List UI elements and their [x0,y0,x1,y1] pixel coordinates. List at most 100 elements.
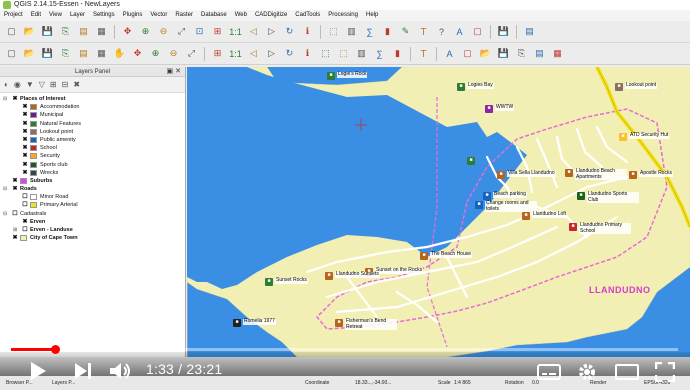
add-wms-icon[interactable]: ✋ [112,46,127,61]
settings-gear-icon[interactable] [577,362,597,382]
pan-to-selection-icon[interactable]: ⊕ [138,24,153,39]
layer-visibility-checkbox[interactable]: ✖ [22,170,28,176]
map-poi[interactable]: ■ Romelia 1977 [233,318,276,327]
next-icon[interactable] [75,363,91,379]
open-attribute-table-icon[interactable]: ▮ [380,24,395,39]
select-feature-icon[interactable]: ▥ [344,24,359,39]
browser-tab[interactable]: Browser P... [6,376,33,390]
composer-manager-icon[interactable]: ▦ [94,24,109,39]
layer-visibility-checkbox[interactable]: ✖ [22,104,28,110]
layer-visibility-checkbox[interactable]: ✖ [22,219,28,225]
layer-tree-item[interactable]: ✖ Sports club [0,161,185,169]
pan-tool-icon[interactable]: ✥ [120,24,135,39]
map-poi[interactable]: ■ Beach parking [483,191,527,200]
volume-icon[interactable] [110,362,132,380]
layer-visibility-checkbox[interactable]: ✖ [22,112,28,118]
python-console-icon[interactable]: Ｔ [416,46,431,61]
save-project-icon[interactable]: 💾 [40,24,55,39]
filter-icon[interactable]: ▼ [26,80,34,89]
layer-visibility-checkbox[interactable]: ✖ [12,178,18,184]
annotation-icon[interactable]: A [452,24,467,39]
layer-tree-item[interactable]: ✖ City of Cape Town [0,234,185,242]
layer-visibility-checkbox[interactable]: ☐ [22,194,28,200]
offset-icon[interactable]: 💾 [496,46,511,61]
layer-visibility-checkbox[interactable]: ✖ [12,96,18,102]
statistics-icon[interactable]: Ｔ [416,24,431,39]
subtitles-icon[interactable] [537,364,561,380]
deselect-icon[interactable]: ∑ [362,24,377,39]
move-feature-icon[interactable]: ▷ [264,46,279,61]
layer-tree-item[interactable]: ⊞ ☐ Erven - Landuse [0,226,185,234]
new-project-icon[interactable]: ▢ [4,24,19,39]
identify-icon[interactable]: ⬚ [326,24,341,39]
menu-item-cadtools[interactable]: CadTools [295,10,320,21]
scale-icon[interactable]: 📂 [478,46,493,61]
video-scrubber-handle[interactable] [51,345,61,354]
layers-tab[interactable]: Layers P... [52,376,75,390]
layer-visibility-checkbox[interactable]: ✖ [22,153,28,159]
layer-tree-item[interactable]: ✖ Wrecks [0,169,185,177]
map-poi[interactable]: ■ Change rooms and toilets [475,200,537,212]
open-project-icon[interactable]: 📂 [22,24,37,39]
expand-toggle-icon[interactable]: ⊟ [3,210,7,218]
layer-visibility-checkbox[interactable]: ☐ [22,227,28,233]
scale-value[interactable]: 1:4 865 [454,376,471,390]
layer-tree-item[interactable]: ⊟ ✖ Roads [0,185,185,193]
collapse-all-icon[interactable]: ⊟ [62,80,69,89]
refresh-icon[interactable]: ℹ [300,24,315,39]
save-edits-icon[interactable]: 1:1 [228,46,243,61]
play-icon[interactable] [30,362,46,380]
layer-visibility-checkbox[interactable]: ✖ [22,121,28,127]
zoom-to-selection-icon[interactable]: ⊞ [210,24,225,39]
zoom-native-icon[interactable]: ◁ [246,24,261,39]
menu-item-raster[interactable]: Raster [175,10,193,21]
layer-visibility-checkbox[interactable]: ☐ [12,211,18,217]
layer-tree-item[interactable]: ✖ School [0,144,185,152]
video-progress-bar[interactable] [11,345,678,354]
map-poi[interactable]: ■ Villa Sella Llandudno [497,170,556,179]
layer-tree-item[interactable]: ✖ Erven [0,218,185,226]
measure-icon[interactable]: ? [434,24,449,39]
map-canvas[interactable]: LLANDUDNO ■ Logie's Rock ■ Logies Bay ■ WWTW ■… [187,67,690,357]
layer-tree-item[interactable]: ✖ Public amenity [0,136,185,144]
menu-item-web[interactable]: Web [235,10,247,21]
copy-icon[interactable]: ⬚ [336,46,351,61]
expand-toggle-icon[interactable]: ⊟ [3,95,7,103]
layer-tree-item[interactable]: ✖ Lookout point [0,128,185,136]
menu-item-caddigitize[interactable]: CADDigitize [255,10,287,21]
map-poi[interactable]: ■ Llandudno Sports Club [577,191,639,203]
map-poi[interactable]: ■ Fisherman's Bend Retreat [335,318,397,330]
zoom-next-icon[interactable]: ↻ [282,24,297,39]
simplify-icon[interactable]: ⎘ [514,46,529,61]
field-calculator-icon[interactable]: ✎ [398,24,413,39]
map-poi[interactable]: ■ ATD Security Hut [619,132,670,141]
map-poi[interactable]: ■ WWTW [485,104,515,113]
fullscreen-icon[interactable] [655,362,675,382]
toggle-editing-icon[interactable]: ⊞ [210,46,225,61]
map-poi[interactable]: ■ The Beach House [420,251,473,260]
new-print-composer-icon[interactable]: ▤ [76,24,91,39]
map-poi[interactable]: ■ Logies Bay [457,82,494,91]
split-icon[interactable]: ▦ [550,46,565,61]
map-poi[interactable]: ■ Sunset Rocks [265,277,308,286]
menu-item-plugins[interactable]: Plugins [123,10,143,21]
layer-visibility-checkbox[interactable]: ✖ [12,235,18,241]
layer-tree-item[interactable]: ☐ Primary Arterial [0,201,185,209]
help-icon[interactable]: 💾 [496,24,511,39]
paste-icon[interactable]: ▥ [354,46,369,61]
map-poi[interactable]: ■ Llandudno Primary School [569,222,631,234]
layer-tree-item[interactable]: ⊟ ✖ Places of Interest [0,95,185,103]
expand-toggle-icon[interactable]: ⊟ [3,185,7,193]
map-poi[interactable]: ■ Lookout point [615,82,658,91]
redo-icon[interactable]: ▮ [390,46,405,61]
delete-selected-icon[interactable]: ℹ [300,46,315,61]
style-manager-icon[interactable]: ◐ [4,80,9,89]
cad-tool-icon[interactable]: A [442,46,457,61]
layer-tree-item[interactable]: ⊟ ☐ Cadastrals [0,210,185,218]
save-as-icon[interactable]: ⎘ [58,24,73,39]
menu-item-edit[interactable]: Edit [31,10,41,21]
menu-item-view[interactable]: View [49,10,62,21]
layer-tree-item[interactable]: ✖ Municipal [0,111,185,119]
layer-tree-item[interactable]: ✖ Suburbs [0,177,185,185]
add-group-icon[interactable]: ◉ [14,80,21,89]
